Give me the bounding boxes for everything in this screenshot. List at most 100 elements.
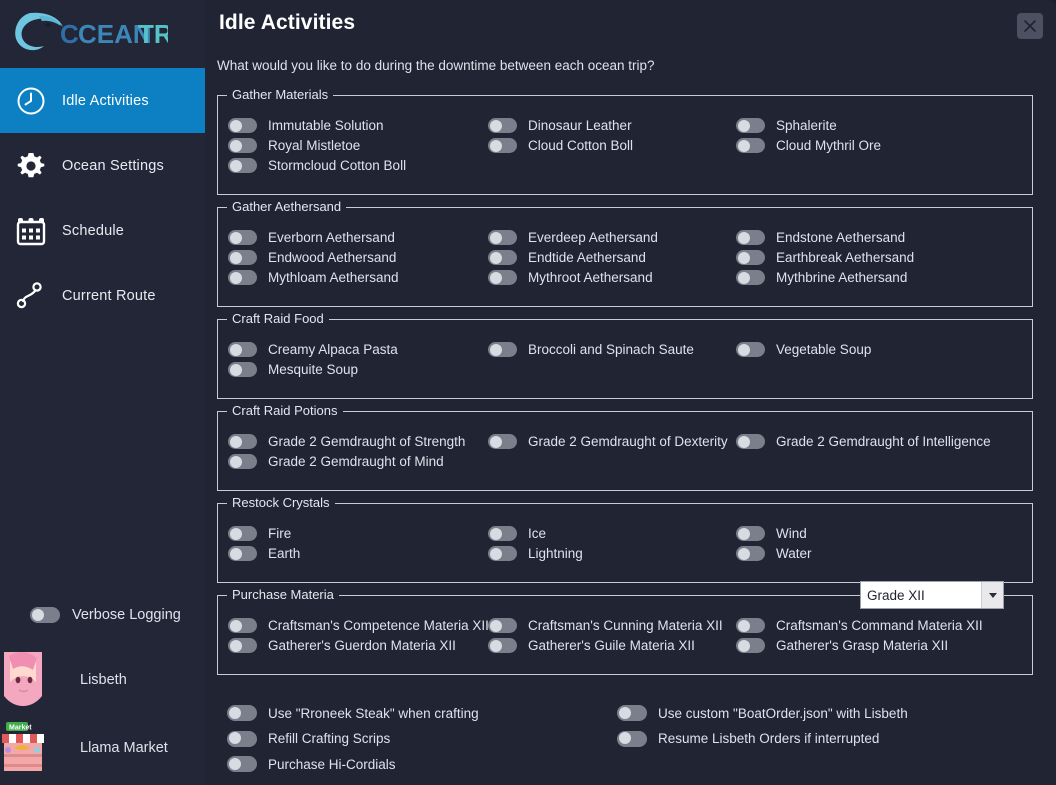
toggle-switch[interactable] <box>617 731 647 747</box>
group-option[interactable]: Mythroot Aethersand <box>488 270 653 285</box>
materia-grade-dropdown[interactable]: Grade XII <box>860 581 1004 609</box>
toggle-switch[interactable] <box>227 756 257 772</box>
toggle-switch[interactable] <box>736 526 765 541</box>
group-option[interactable]: Gatherer's Guerdon Materia XII <box>228 638 456 653</box>
toggle-switch[interactable] <box>736 638 765 653</box>
toggle-switch[interactable] <box>228 638 257 653</box>
group-option[interactable]: Mesquite Soup <box>228 362 358 377</box>
group-option[interactable]: Fire <box>228 526 291 541</box>
close-button[interactable] <box>1017 13 1043 39</box>
group-option[interactable]: Broccoli and Spinach Saute <box>488 342 694 357</box>
group-option[interactable]: Craftsman's Competence Materia XII <box>228 618 489 633</box>
bottom-option[interactable]: Resume Lisbeth Orders if interrupted <box>617 731 879 747</box>
group-option[interactable]: Everborn Aethersand <box>228 230 395 245</box>
toggle-switch[interactable] <box>736 118 765 133</box>
group-option[interactable]: Grade 2 Gemdraught of Intelligence <box>736 434 991 449</box>
toggle-switch[interactable] <box>228 342 257 357</box>
group-option[interactable]: Gatherer's Grasp Materia XII <box>736 638 948 653</box>
group-option[interactable]: Cloud Cotton Boll <box>488 138 633 153</box>
toggle-switch[interactable] <box>488 434 517 449</box>
toggle-switch[interactable] <box>228 618 257 633</box>
close-icon <box>1024 20 1036 32</box>
toggle-switch[interactable] <box>228 546 257 561</box>
chevron-down-icon[interactable] <box>981 582 1003 608</box>
group-option[interactable]: Endwood Aethersand <box>228 250 396 265</box>
group-option[interactable]: Wind <box>736 526 807 541</box>
group-option[interactable]: Grade 2 Gemdraught of Dexterity <box>488 434 728 449</box>
group-option[interactable]: Dinosaur Leather <box>488 118 632 133</box>
group-option[interactable]: Royal Mistletoe <box>228 138 360 153</box>
toggle-switch[interactable] <box>736 138 765 153</box>
group-option[interactable]: Lightning <box>488 546 583 561</box>
toggle-switch[interactable] <box>736 618 765 633</box>
toggle-switch[interactable] <box>228 454 257 469</box>
toggle-switch[interactable] <box>488 546 517 561</box>
toggle-switch[interactable] <box>30 607 60 623</box>
toggle-switch[interactable] <box>488 270 517 285</box>
toggle-switch[interactable] <box>488 638 517 653</box>
toggle-switch[interactable] <box>228 270 257 285</box>
toggle-switch[interactable] <box>488 230 517 245</box>
toggle-switch[interactable] <box>488 342 517 357</box>
group-option[interactable]: Gatherer's Guile Materia XII <box>488 638 695 653</box>
toggle-switch[interactable] <box>617 705 647 721</box>
toggle-switch[interactable] <box>736 434 765 449</box>
toggle-switch[interactable] <box>736 342 765 357</box>
sidebar-item-schedule[interactable]: Schedule <box>0 198 205 263</box>
toggle-switch[interactable] <box>228 230 257 245</box>
sidebar-item-current-route[interactable]: Current Route <box>0 263 205 328</box>
toggle-switch[interactable] <box>736 250 765 265</box>
toggle-switch[interactable] <box>228 158 257 173</box>
group-option[interactable]: Earth <box>228 546 300 561</box>
option-label: Everborn Aethersand <box>268 230 395 245</box>
group-option[interactable]: Earthbreak Aethersand <box>736 250 914 265</box>
toggle-switch[interactable] <box>488 138 517 153</box>
toggle-switch[interactable] <box>228 138 257 153</box>
toggle-switch[interactable] <box>228 118 257 133</box>
app-window: C CEAN TRIP Idle Activities <box>0 0 1056 785</box>
toggle-switch[interactable] <box>488 618 517 633</box>
toggle-switch[interactable] <box>736 230 765 245</box>
toggle-switch[interactable] <box>488 118 517 133</box>
group-option[interactable]: Endstone Aethersand <box>736 230 905 245</box>
group-option[interactable]: Ice <box>488 526 546 541</box>
toggle-switch[interactable] <box>227 705 257 721</box>
option-label: Water <box>776 546 812 561</box>
sidebar-account-llama-market[interactable]: Market Llama Market <box>0 718 168 778</box>
group-option[interactable]: Water <box>736 546 812 561</box>
app-logo: C CEAN TRIP <box>0 0 205 62</box>
sidebar-item-idle-activities[interactable]: Idle Activities <box>0 68 205 133</box>
group-option[interactable]: Grade 2 Gemdraught of Mind <box>228 454 444 469</box>
sidebar-account-lisbeth[interactable]: Lisbeth <box>0 650 127 710</box>
toggle-switch[interactable] <box>488 250 517 265</box>
sidebar-item-ocean-settings[interactable]: Ocean Settings <box>0 133 205 198</box>
toggle-switch[interactable] <box>736 270 765 285</box>
group-option[interactable]: Immutable Solution <box>228 118 384 133</box>
toggle-switch[interactable] <box>736 546 765 561</box>
option-label: Refill Crafting Scrips <box>268 731 390 746</box>
bottom-option[interactable]: Use custom "BoatOrder.json" with Lisbeth <box>617 705 908 721</box>
bottom-option[interactable]: Refill Crafting Scrips <box>227 731 390 747</box>
group-option[interactable]: Mythloam Aethersand <box>228 270 399 285</box>
group-option[interactable]: Vegetable Soup <box>736 342 871 357</box>
group-option[interactable]: Grade 2 Gemdraught of Strength <box>228 434 465 449</box>
toggle-switch[interactable] <box>228 434 257 449</box>
group-option[interactable]: Sphalerite <box>736 118 837 133</box>
toggle-switch[interactable] <box>488 526 517 541</box>
group-option[interactable]: Craftsman's Cunning Materia XII <box>488 618 723 633</box>
group-option[interactable]: Endtide Aethersand <box>488 250 646 265</box>
toggle-switch[interactable] <box>228 362 257 377</box>
group-option[interactable]: Stormcloud Cotton Boll <box>228 158 406 173</box>
group-option[interactable]: Craftsman's Command Materia XII <box>736 618 983 633</box>
option-label: Endwood Aethersand <box>268 250 396 265</box>
toggle-switch[interactable] <box>228 250 257 265</box>
group-option[interactable]: Mythbrine Aethersand <box>736 270 907 285</box>
group-option[interactable]: Cloud Mythril Ore <box>736 138 881 153</box>
group-option[interactable]: Everdeep Aethersand <box>488 230 658 245</box>
bottom-option[interactable]: Use "Rroneek Steak" when crafting <box>227 705 479 721</box>
group-option[interactable]: Creamy Alpaca Pasta <box>228 342 398 357</box>
verbose-logging-toggle[interactable]: Verbose Logging <box>30 607 181 623</box>
toggle-switch[interactable] <box>227 731 257 747</box>
bottom-option[interactable]: Purchase Hi-Cordials <box>227 756 396 772</box>
toggle-switch[interactable] <box>228 526 257 541</box>
